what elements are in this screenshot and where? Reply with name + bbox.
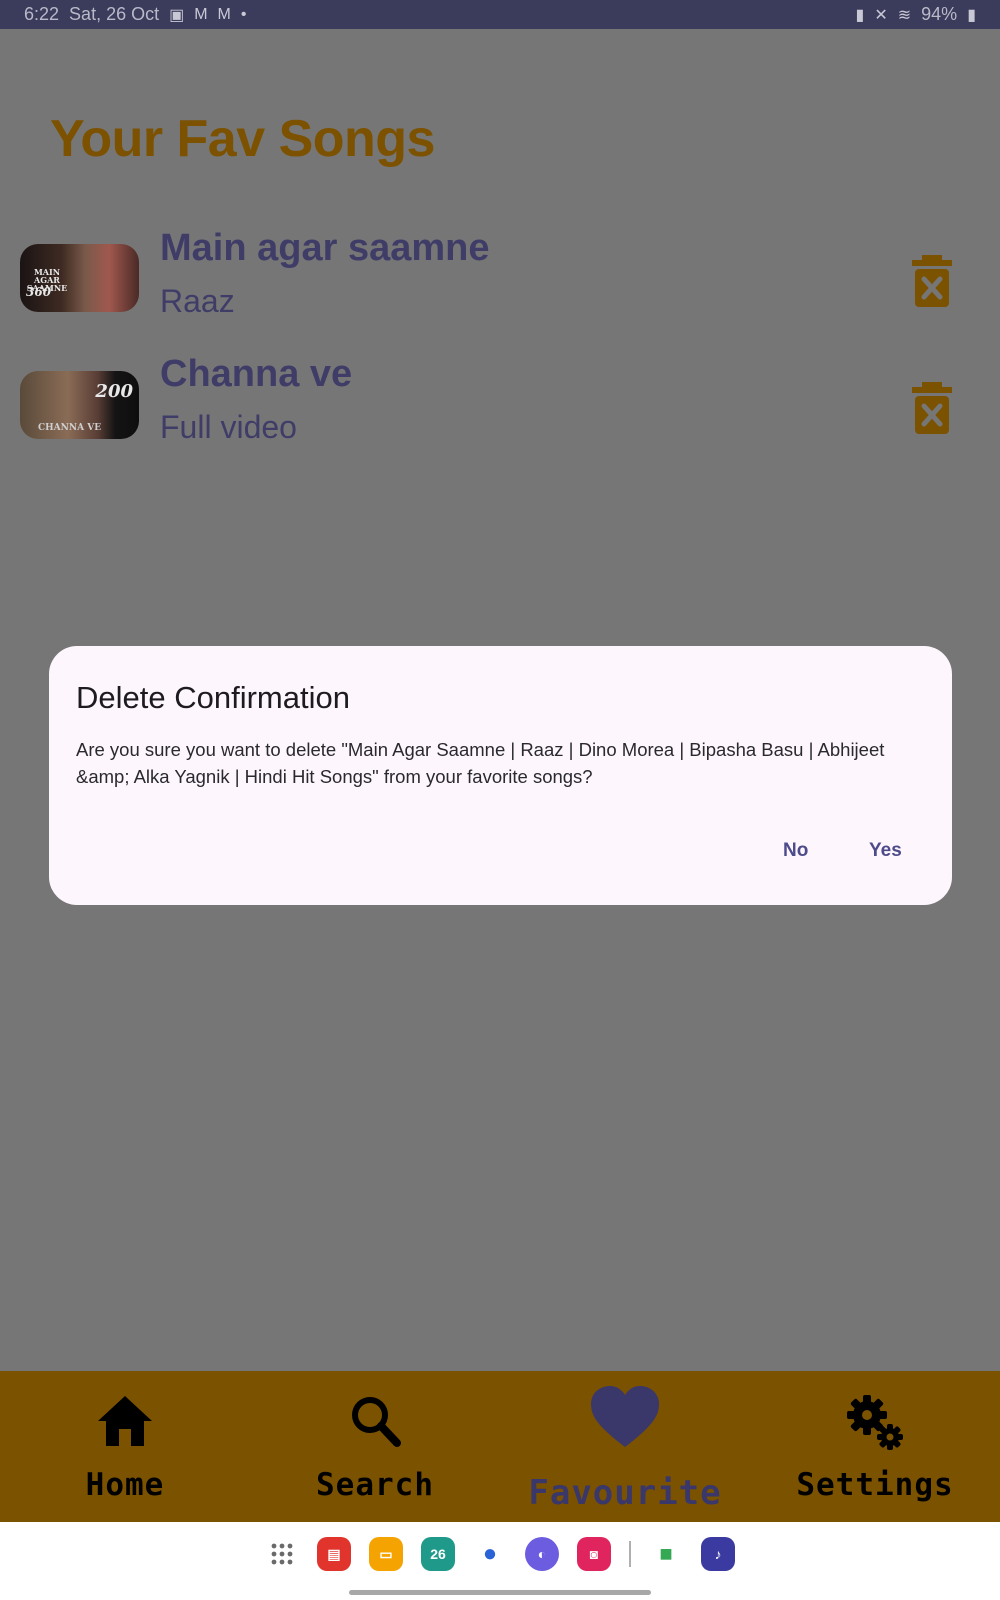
status-bar: 6:22 Sat, 26 Oct ▣ M M • ▮ ✕ ≋ 94% ▮ bbox=[0, 0, 1000, 29]
delete-icon[interactable] bbox=[910, 382, 954, 434]
battery-level: 94% bbox=[921, 4, 958, 24]
dock-separator bbox=[629, 1541, 631, 1567]
music-app-icon[interactable]: ♪ bbox=[701, 1537, 735, 1571]
dialog-title: Delete Confirmation bbox=[76, 680, 350, 715]
mute-icon: ✕ bbox=[874, 6, 888, 24]
gmail-icon: M bbox=[194, 5, 208, 23]
delete-icon[interactable] bbox=[910, 255, 954, 307]
dot-icon: • bbox=[240, 5, 247, 23]
gmail-icon: M bbox=[217, 5, 231, 23]
bottom-navigation: Home Search Favourite Settings bbox=[0, 1371, 1000, 1522]
nav-item-home[interactable]: Home bbox=[0, 1371, 250, 1522]
nav-item-settings[interactable]: Settings bbox=[750, 1371, 1000, 1522]
status-time: 6:22 bbox=[24, 4, 60, 24]
no-button[interactable]: No bbox=[769, 830, 822, 872]
nav-label-home: Home bbox=[85, 1467, 165, 1503]
song-thumbnail: MAIN AGAR SAAMNE 360 bbox=[20, 244, 139, 312]
nav-label-settings: Settings bbox=[796, 1467, 954, 1503]
status-left: 6:22 Sat, 26 Oct ▣ M M • bbox=[24, 4, 246, 25]
thumbnail-views: 200 bbox=[95, 381, 133, 402]
app-drawer-icon[interactable] bbox=[265, 1537, 299, 1571]
internet-icon[interactable]: ◐ bbox=[525, 1537, 559, 1571]
gears-icon bbox=[847, 1395, 903, 1450]
page-title: Your Fav Songs bbox=[50, 110, 435, 168]
status-right: ▮ ✕ ≋ 94% ▮ bbox=[856, 4, 976, 25]
song-list-item[interactable]: MAIN AGAR SAAMNE 360 Main agar saamne Ra… bbox=[0, 209, 1000, 319]
taskbar: ▤ ▭ 26 ● ◐ ◙ ■ ♪ bbox=[0, 1522, 1000, 1600]
dialog-message: Are you sure you want to delete "Main Ag… bbox=[76, 739, 885, 787]
thumbnail-views: 360 bbox=[26, 285, 52, 299]
gesture-bar[interactable] bbox=[349, 1590, 651, 1595]
song-list-item[interactable]: 200 CHANNA VE Channa ve Full video bbox=[0, 337, 1000, 447]
calendar-day: 26 bbox=[430, 1546, 446, 1562]
my-files-icon[interactable]: ▭ bbox=[369, 1537, 403, 1571]
heart-icon bbox=[591, 1386, 659, 1447]
yes-button[interactable]: Yes bbox=[855, 830, 916, 872]
thumbnail-text: CHANNA VE bbox=[38, 423, 102, 433]
song-title: Channa ve bbox=[160, 353, 353, 395]
status-date: Sat, 26 Oct bbox=[69, 4, 160, 24]
battery-icon: ▮ bbox=[967, 6, 976, 24]
nav-item-search[interactable]: Search bbox=[250, 1371, 500, 1522]
song-subtitle: Full video bbox=[160, 409, 297, 445]
search-icon bbox=[352, 1397, 401, 1447]
wifi-icon: ≋ bbox=[897, 6, 912, 24]
meet-icon[interactable]: ■ bbox=[649, 1537, 683, 1571]
app-dock: ▤ ▭ 26 ● ◐ ◙ ■ ♪ bbox=[0, 1536, 1000, 1572]
home-icon bbox=[98, 1396, 152, 1446]
nav-item-favourite[interactable]: Favourite bbox=[500, 1371, 750, 1522]
camera-icon[interactable]: ◙ bbox=[577, 1537, 611, 1571]
nav-label-favourite: Favourite bbox=[528, 1473, 722, 1513]
song-title: Main agar saamne bbox=[160, 227, 490, 269]
notes-icon[interactable]: ▤ bbox=[317, 1537, 351, 1571]
song-thumbnail: 200 CHANNA VE bbox=[20, 371, 139, 439]
lock-icon: ▮ bbox=[855, 6, 865, 24]
nav-label-search: Search bbox=[316, 1467, 434, 1503]
calendar-icon[interactable]: 26 bbox=[421, 1537, 455, 1571]
gallery-icon: ▣ bbox=[169, 6, 185, 24]
delete-confirmation-dialog: Delete Confirmation Are you sure you wan… bbox=[49, 646, 952, 905]
song-subtitle: Raaz bbox=[160, 283, 235, 319]
messages-icon[interactable]: ● bbox=[473, 1537, 507, 1571]
